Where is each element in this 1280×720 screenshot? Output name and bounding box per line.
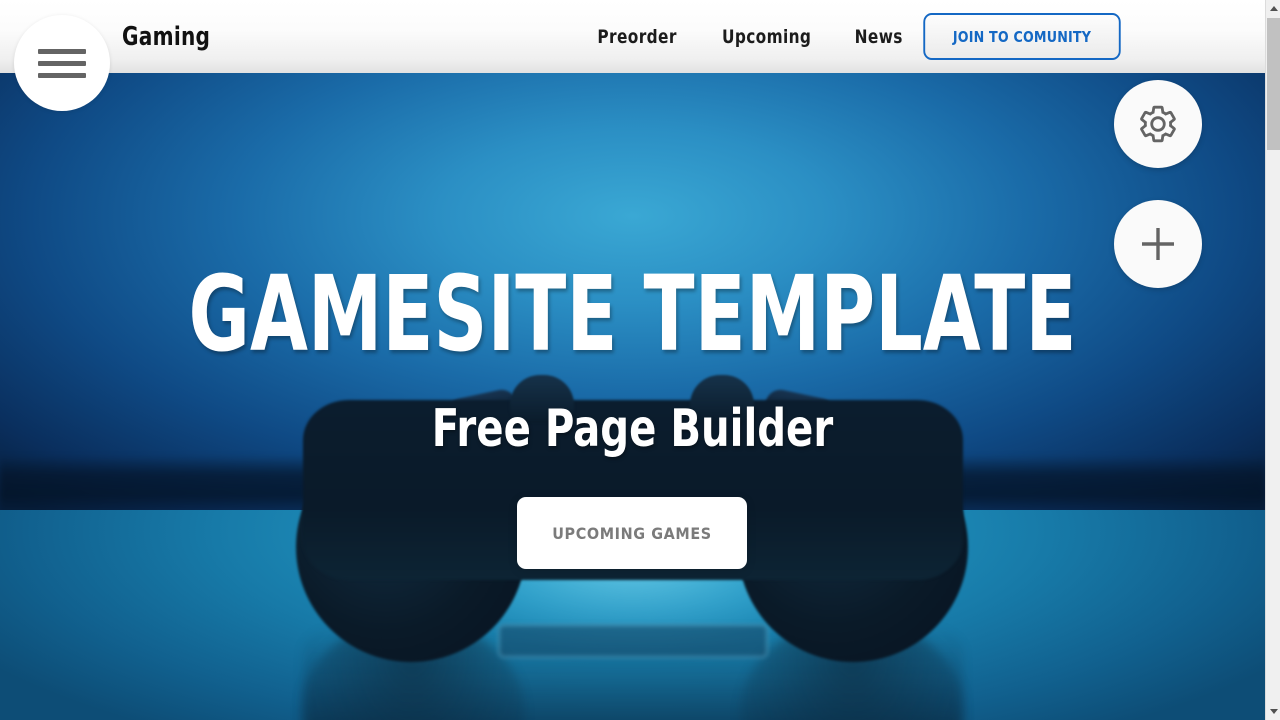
gear-icon [1140, 105, 1176, 143]
add-button[interactable] [1114, 200, 1202, 288]
hamburger-menu-icon-line-1 [38, 48, 86, 54]
upcoming-games-button[interactable]: UPCOMING GAMES [517, 497, 747, 569]
controller-stick-right [690, 375, 754, 423]
site-header: Gaming Preorder Upcoming News JOIN TO CO… [0, 0, 1265, 73]
scrollbar-thumb[interactable] [1267, 18, 1280, 150]
hamburger-menu-icon-line-2 [38, 60, 86, 66]
brand-logo[interactable]: Gaming [122, 22, 210, 52]
controller-touchpad [497, 624, 768, 658]
controller-stick-left [510, 375, 574, 423]
plus-icon [1142, 228, 1174, 260]
hero-section [0, 0, 1265, 720]
nav-item-preorder[interactable]: Preorder [581, 26, 693, 48]
nav-item-news[interactable]: News [839, 26, 920, 48]
main-navigation: Preorder Upcoming News [575, 0, 924, 73]
scroll-up-arrow[interactable] [1266, 0, 1280, 17]
join-community-button[interactable]: JOIN TO COMUNITY [923, 13, 1121, 60]
scroll-down-arrow[interactable] [1266, 703, 1280, 720]
page-viewport: GAMESITE TEMPLATE Free Page Builder UPCO… [0, 0, 1265, 720]
hamburger-menu-icon-line-3 [38, 72, 86, 78]
settings-button[interactable] [1114, 80, 1202, 168]
vertical-scrollbar[interactable] [1265, 0, 1280, 720]
nav-item-upcoming[interactable]: Upcoming [706, 26, 828, 48]
hamburger-menu-button[interactable] [14, 15, 110, 111]
